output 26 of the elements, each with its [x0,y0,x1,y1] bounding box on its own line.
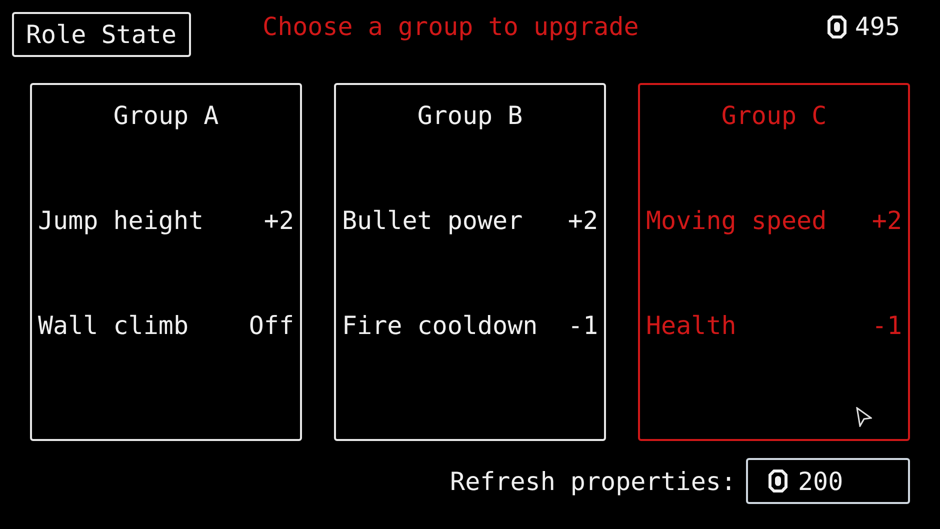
group-title: Group B [417,101,523,130]
stat-value: +2 [872,206,902,235]
group-card[interactable]: Group C Moving speed +2 Health -1 [638,83,910,441]
group-title: Group C [721,101,827,130]
stat-value: Off [248,311,294,340]
stat-value: +2 [264,206,294,235]
stat-name: Fire cooldown [342,311,538,340]
stat-name: Moving speed [646,206,827,235]
stat-value: -1 [568,311,598,340]
stat-value: +2 [568,206,598,235]
pointer-icon [856,407,872,427]
stat-value: -1 [872,311,902,340]
coin-count: 495 [854,12,900,41]
prompt-text: Choose a group to upgrade [262,12,640,41]
group-title: Group A [113,101,219,130]
refresh-button[interactable]: 200 [746,458,910,504]
stat-name: Health [646,311,736,340]
role-state-button[interactable]: Role State [12,12,191,57]
coin-icon [768,469,788,493]
stat-name: Bullet power [342,206,523,235]
group-card[interactable]: Group B Bullet power +2 Fire cooldown -1 [334,83,606,441]
refresh-label: Refresh properties: [450,466,736,496]
stat-name: Jump height [38,206,204,235]
coin-icon [826,14,847,38]
stat-name: Wall climb [38,311,189,340]
group-card[interactable]: Group A Jump height +2 Wall climb Off [30,83,302,441]
